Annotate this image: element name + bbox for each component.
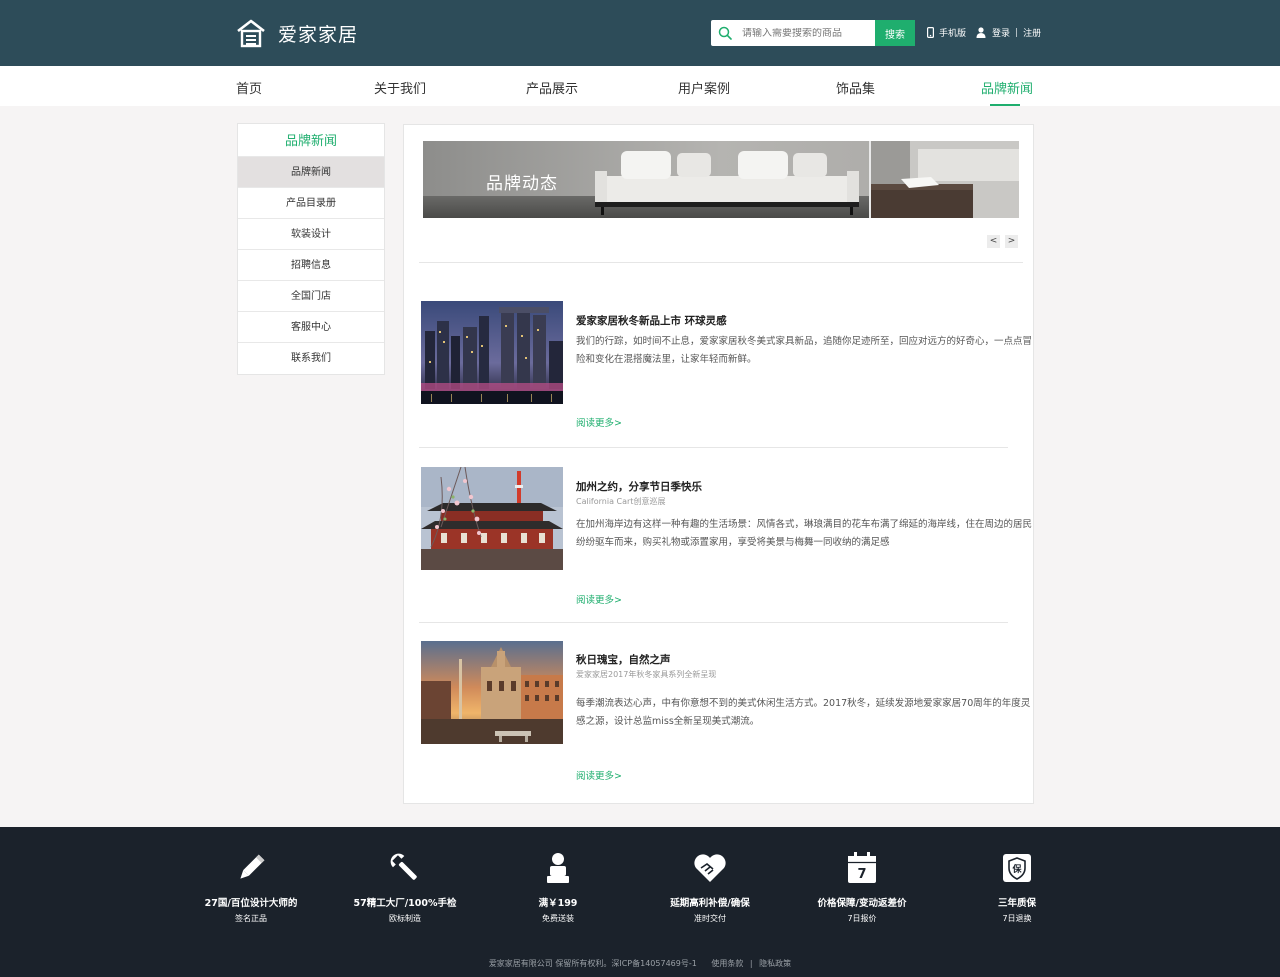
banner-caption: 品牌动态 bbox=[486, 174, 558, 194]
feature-subtitle: 7日报价 bbox=[847, 914, 877, 923]
article-title[interactable]: 爱家家居秋冬新品上市 环球灵感 bbox=[576, 313, 727, 328]
user-icon bbox=[976, 27, 986, 38]
terms-link[interactable]: 使用条款 bbox=[711, 959, 743, 968]
temple-image bbox=[421, 467, 563, 570]
nav-item-brand-news[interactable]: 品牌新闻 bbox=[981, 78, 1033, 97]
shield-glyph: 保 bbox=[1011, 863, 1022, 875]
privacy-link[interactable]: 隐私政策 bbox=[759, 959, 791, 968]
banner: 品牌动态 bbox=[423, 141, 1019, 218]
nav-item-home[interactable]: 首页 bbox=[236, 78, 262, 97]
sidebar: 品牌新闻 品牌新闻 产品目录册 软装设计 招聘信息 全国门店 客服中心 联系我们 bbox=[237, 123, 385, 375]
read-more-link[interactable]: 阅读更多> bbox=[576, 592, 622, 606]
article-subtitle: 爱家家居2017年秋冬家具系列全新呈现 bbox=[576, 670, 717, 679]
sidebar-item-brand-news[interactable]: 品牌新闻 bbox=[238, 156, 384, 187]
phone-icon bbox=[927, 27, 934, 38]
pencil-icon bbox=[240, 854, 265, 879]
news-content: 品牌动态 < > 爱家家居秋冬新品上市 环球灵感 我们的行踪，如时间不止息，爱家… bbox=[403, 124, 1034, 804]
article-thumbnail[interactable] bbox=[421, 467, 563, 570]
person-icon bbox=[547, 853, 569, 883]
article-subtitle: California Cart创意巡展 bbox=[576, 497, 666, 506]
sidebar-item-service[interactable]: 客服中心 bbox=[238, 311, 384, 342]
sidebar-item-catalog[interactable]: 产品目录册 bbox=[238, 187, 384, 218]
article-thumbnail[interactable] bbox=[421, 641, 563, 744]
wrench-icon bbox=[390, 853, 417, 880]
piazza-sunset-image bbox=[421, 641, 563, 744]
city-night-image bbox=[421, 301, 563, 404]
sidebar-item-contact[interactable]: 联系我们 bbox=[238, 342, 384, 373]
article-title[interactable]: 加州之约，分享节日季快乐 bbox=[576, 479, 702, 494]
brand-name: 爱家家居 bbox=[278, 23, 359, 46]
feature-title: 延期高利补偿/确保 bbox=[670, 898, 750, 909]
banner-divider bbox=[419, 262, 1023, 263]
main-nav: 首页 关于我们 产品展示 用户案例 饰品集 品牌新闻 bbox=[0, 66, 1280, 106]
calendar-icon: 7 bbox=[848, 852, 876, 883]
feature-subtitle: 免费送装 bbox=[542, 914, 574, 923]
article-description: 在加州海岸边有这样一种有趣的生活场景：风情各式，琳琅满目的花车布满了绵延的海岸线… bbox=[576, 519, 1033, 548]
article-divider bbox=[419, 447, 1008, 448]
header: 爱家家居 搜索 手机版 登录 | 注册 bbox=[0, 0, 1280, 66]
feature-title: 57精工大厂/100%手检 bbox=[353, 898, 457, 909]
feature-subtitle: 7日退换 bbox=[1002, 914, 1032, 923]
banner-next-button[interactable]: > bbox=[1005, 235, 1018, 248]
feature-subtitle: 欧标制造 bbox=[389, 914, 421, 923]
sidebar-item-stores[interactable]: 全国门店 bbox=[238, 280, 384, 311]
link-separator: | bbox=[1015, 27, 1019, 38]
banner-prev-button[interactable]: < bbox=[987, 235, 1000, 248]
sidebar-item-jobs[interactable]: 招聘信息 bbox=[238, 249, 384, 280]
logo[interactable]: 爱家家居 bbox=[236, 18, 358, 48]
house-icon bbox=[237, 19, 265, 48]
shield-icon: 保 bbox=[1003, 854, 1031, 882]
feature-title: 价格保障/变动返差价 bbox=[817, 898, 907, 909]
article-thumbnail[interactable] bbox=[421, 301, 563, 404]
copyright-text: 爱家家居有限公司 保留所有权利。深ICP备14057469号-1 bbox=[488, 959, 697, 968]
feature-subtitle: 准时交付 bbox=[694, 914, 726, 923]
user-links: 登录 | 注册 bbox=[976, 26, 1041, 39]
login-link[interactable]: 登录 bbox=[992, 26, 1010, 39]
feature-title: 27国/百位设计大师的 bbox=[204, 898, 298, 909]
search-box bbox=[711, 20, 875, 46]
article-description: 我们的行踪，如时间不止息，爱家家居秋冬美式家具新品，追随你足迹所至，回应对远方的… bbox=[576, 336, 1033, 365]
copyright-bar: 爱家家居有限公司 保留所有权利。深ICP备14057469号-1 使用条款 | … bbox=[0, 958, 1280, 969]
handshake-icon bbox=[694, 854, 726, 882]
nav-item-accessories[interactable]: 饰品集 bbox=[836, 78, 875, 97]
calendar-number: 7 bbox=[857, 867, 866, 882]
search-input[interactable] bbox=[742, 27, 872, 39]
feature-title: 三年质保 bbox=[997, 898, 1036, 909]
nav-active-indicator bbox=[990, 104, 1020, 106]
sidebar-item-soft-design[interactable]: 软装设计 bbox=[238, 218, 384, 249]
nav-item-about[interactable]: 关于我们 bbox=[374, 78, 426, 97]
nav-item-cases[interactable]: 用户案例 bbox=[678, 78, 730, 97]
search-button[interactable]: 搜索 bbox=[875, 20, 915, 46]
feature-subtitle: 签名正品 bbox=[235, 914, 267, 923]
read-more-link[interactable]: 阅读更多> bbox=[576, 768, 622, 782]
register-link[interactable]: 注册 bbox=[1023, 26, 1041, 39]
read-more-link[interactable]: 阅读更多> bbox=[576, 415, 622, 429]
nav-item-products[interactable]: 产品展示 bbox=[526, 78, 578, 97]
footer-separator: | bbox=[749, 959, 753, 968]
footer: 27国/百位设计大师的 签名正品 57精工大厂/100%手检 欧标制造 满￥19… bbox=[0, 827, 1280, 977]
article-title[interactable]: 秋日瑰宝，自然之声 bbox=[576, 652, 671, 667]
feature-title: 满￥199 bbox=[538, 898, 578, 909]
article-description: 每季潮流表达心声，中有你意想不到的美式休闲生活方式。2017秋冬，延续发源地爱家… bbox=[576, 698, 1031, 727]
sidebar-title: 品牌新闻 bbox=[284, 134, 337, 149]
article-divider bbox=[419, 622, 1008, 623]
search-icon bbox=[718, 26, 732, 40]
mobile-label: 手机版 bbox=[939, 29, 967, 39]
mobile-version-link[interactable]: 手机版 bbox=[927, 26, 966, 39]
